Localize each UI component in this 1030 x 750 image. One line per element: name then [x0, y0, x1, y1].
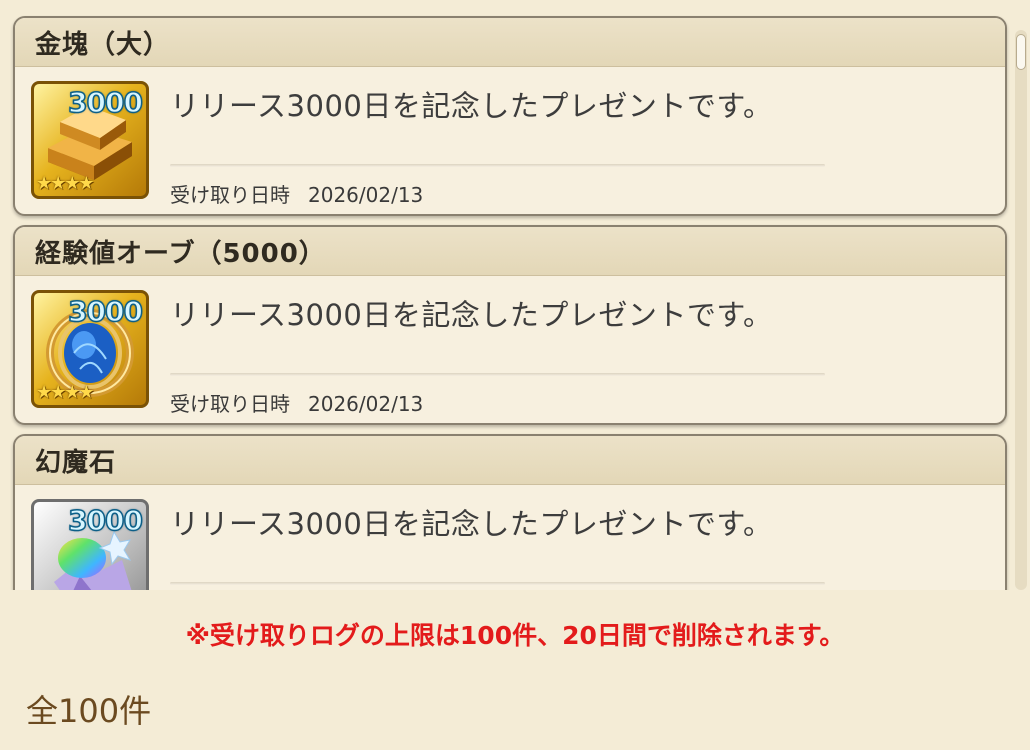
card-header: 金塊（大） [15, 18, 1005, 67]
experience-orb-icon[interactable]: 3000 ★★★★ [31, 290, 149, 408]
rarity-stars: ★★★★ [36, 382, 95, 403]
quantity-badge: 3000 [67, 294, 143, 329]
present-log-list[interactable]: 金塊（大） 3000 ★★★★ リリース3000日を記念したプレゼントです。 受… [0, 0, 1030, 590]
rarity-stars: ★★★★ [36, 173, 95, 194]
item-description: リリース3000日を記念したプレゼントです。 [170, 507, 773, 541]
present-card: 幻魔石 3000 リリース3000日を記念したプレゼントです。 [13, 434, 1007, 590]
total-count: 全100件 [26, 692, 152, 730]
received-info: 受け取り日時 2026/02/13 [170, 388, 423, 417]
quantity-badge: 3000 [67, 85, 143, 120]
received-label: 受け取り日時 [170, 392, 290, 416]
card-header: 幻魔石 [15, 436, 1005, 485]
divider [170, 373, 825, 376]
received-date: 2026/02/13 [308, 183, 424, 207]
item-description: リリース3000日を記念したプレゼントです。 [170, 89, 773, 123]
item-name: 幻魔石 [35, 447, 117, 478]
present-card: 金塊（大） 3000 ★★★★ リリース3000日を記念したプレゼントです。 受… [13, 16, 1007, 216]
genma-stone-icon[interactable]: 3000 [31, 499, 149, 590]
received-label: 受け取り日時 [170, 183, 290, 207]
footer: ※受け取りログの上限は100件、20日間で削除されます。 全100件 [0, 590, 1030, 750]
present-card: 経験値オーブ（5000） 3000 ★★★★ リリース3000日を記念したプレゼ… [13, 225, 1007, 425]
divider [170, 164, 825, 167]
item-description: リリース3000日を記念したプレゼントです。 [170, 298, 773, 332]
card-header: 経験値オーブ（5000） [15, 227, 1005, 276]
quantity-badge: 3000 [67, 503, 143, 538]
scrollbar-thumb[interactable] [1016, 34, 1026, 70]
log-limit-notice: ※受け取りログの上限は100件、20日間で削除されます。 [185, 621, 845, 650]
received-info: 受け取り日時 2026/02/13 [170, 179, 423, 208]
item-name: 経験値オーブ（5000） [35, 238, 326, 269]
scrollbar[interactable] [1015, 30, 1027, 590]
gold-bars-icon[interactable]: 3000 ★★★★ [31, 81, 149, 199]
divider [170, 582, 825, 585]
item-name: 金塊（大） [35, 29, 171, 60]
received-date: 2026/02/13 [308, 392, 424, 416]
